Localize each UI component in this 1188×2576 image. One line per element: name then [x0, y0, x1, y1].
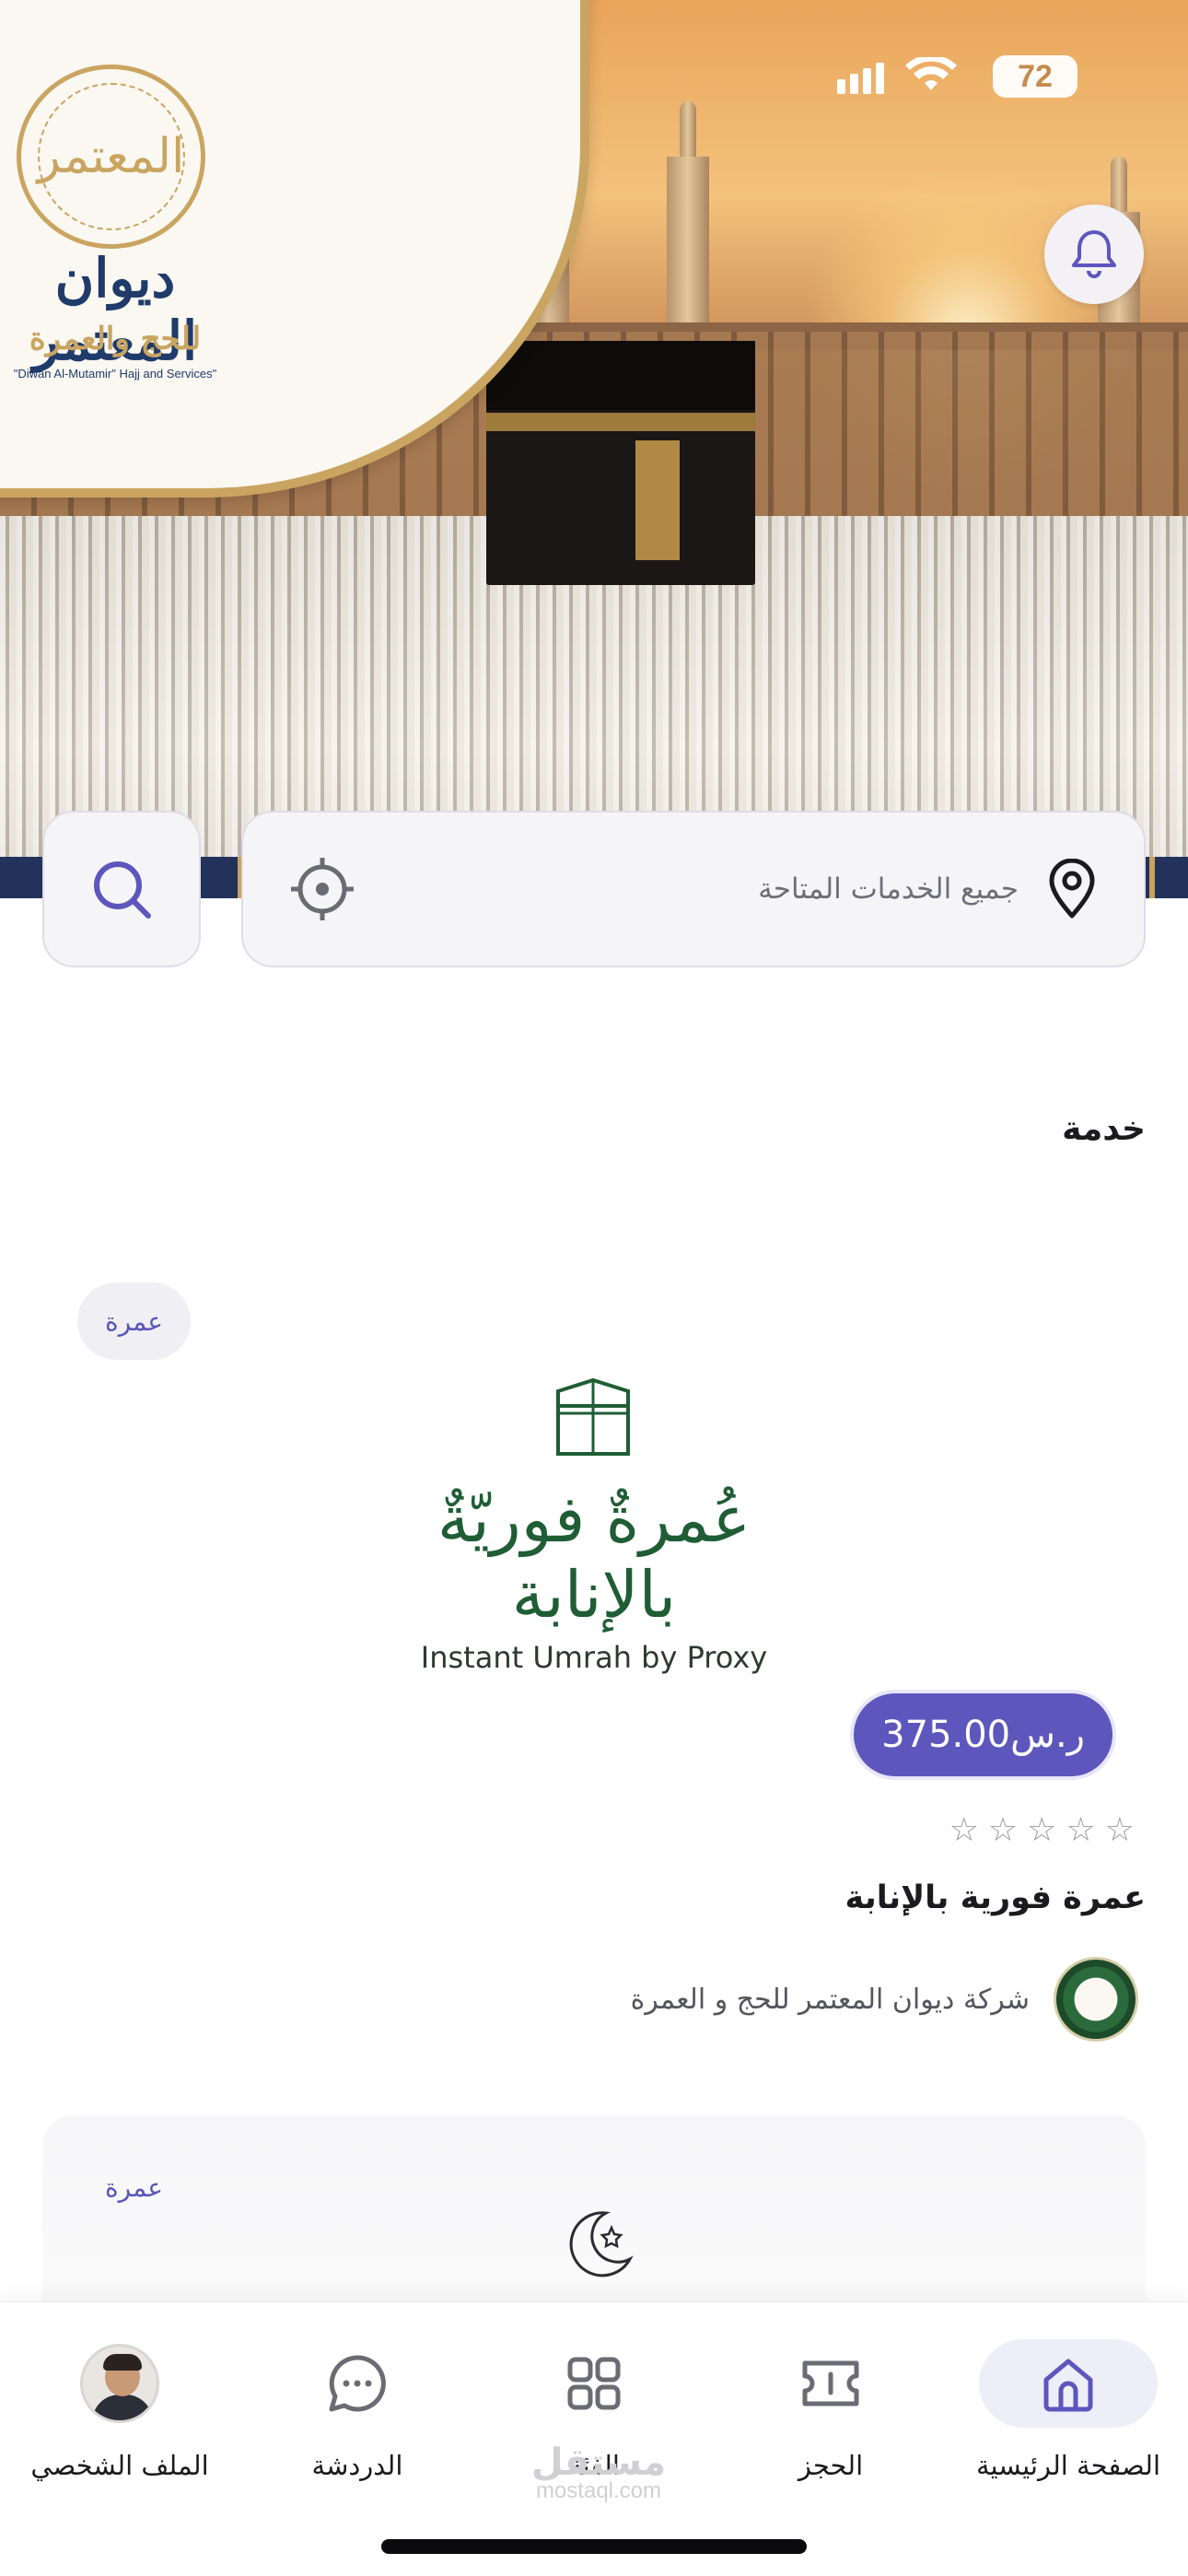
- location-pin-icon: [1049, 859, 1095, 919]
- tab-booking[interactable]: الحجز: [711, 2339, 950, 2481]
- price-badge: ر.س375.00: [854, 1693, 1112, 1776]
- notifications-button[interactable]: [1044, 205, 1144, 304]
- tab-home-icon-wrap: [979, 2339, 1158, 2428]
- kaaba-band: [486, 413, 755, 431]
- crosshair-icon[interactable]: [289, 856, 355, 922]
- brand-seal: المعتمر: [17, 64, 205, 249]
- ticket-icon: [802, 2360, 859, 2406]
- tab-booking-icon-wrap: [775, 2339, 886, 2428]
- chat-icon: [329, 2355, 386, 2412]
- tab-label: الصفحة الرئيسية: [975, 2450, 1161, 2481]
- bell-icon: [1072, 230, 1116, 278]
- search-input[interactable]: جميع الخدمات المتاحة: [241, 811, 1146, 967]
- tab-profile[interactable]: الملف الشخصي: [0, 2339, 239, 2481]
- tab-bar: الصفحة الرئيسية الحجز الفئة الدردشة المل…: [0, 2301, 1188, 2576]
- kaaba-roof: [486, 341, 755, 410]
- category-tag: عمرة: [77, 1282, 192, 1360]
- vendor-name: شركة ديوان المعتمر للحج و العمرة: [630, 1983, 1030, 2016]
- battery-indicator: 72: [993, 55, 1077, 98]
- product-logo-ar: عُمرةٌ فوريّةٌ بالإنابة: [437, 1481, 751, 1633]
- vendor-logo: [1054, 1957, 1138, 2042]
- seal-text: المعتمر: [37, 83, 185, 230]
- product-logo: عُمرةٌ فوريّةٌ بالإنابة Instant Umrah by…: [378, 1371, 810, 1675]
- home-icon: [1043, 2359, 1093, 2412]
- tab-category-icon-wrap: [539, 2339, 649, 2428]
- brand-tagline: للحج والعمرة: [29, 321, 202, 357]
- watermark-en: mostaql.com: [535, 2478, 662, 2503]
- grid-icon: [567, 2357, 621, 2410]
- home-indicator[interactable]: [381, 2539, 807, 2554]
- tab-chat-icon-wrap: [302, 2339, 413, 2428]
- kaaba-door: [635, 440, 680, 560]
- watermark: مستقل mostaql.com: [497, 2441, 700, 2504]
- brand-name-en: "Diwan Al-Mutamir" Hajj and Services": [13, 367, 217, 381]
- vendor[interactable]: شركة ديوان المعتمر للحج و العمرة: [631, 1957, 1138, 2042]
- signal-icon: [837, 57, 884, 94]
- category-tag: عمرة: [105, 2172, 164, 2203]
- tab-home[interactable]: الصفحة الرئيسية: [949, 2339, 1188, 2481]
- search-icon: [94, 861, 151, 919]
- section-title: خدمة: [1062, 1110, 1146, 1148]
- avatar: [80, 2344, 159, 2423]
- product-logo-en: Instant Umrah by Proxy: [420, 1640, 768, 1675]
- tab-label: الدردشة: [311, 2450, 403, 2481]
- search-button[interactable]: [42, 811, 201, 967]
- search-placeholder: جميع الخدمات المتاحة: [758, 872, 1019, 906]
- hero-banner: المعتمر ديوان المعتمر للحج والعمرة "Diwa…: [0, 0, 1188, 898]
- battery-level: 72: [993, 55, 1077, 98]
- wifi-icon: [905, 57, 957, 90]
- tab-chat[interactable]: الدردشة: [238, 2339, 477, 2481]
- tab-label: الحجز: [798, 2450, 864, 2481]
- crescent-star-icon: [569, 2211, 634, 2277]
- service-title[interactable]: عمرة فورية بالإنابة: [844, 1879, 1146, 1916]
- tab-profile-icon-wrap: [64, 2339, 175, 2428]
- tab-label: الملف الشخصي: [30, 2450, 209, 2481]
- status-bar: [837, 57, 958, 94]
- rating-stars: ☆☆☆☆☆: [949, 1811, 1144, 1849]
